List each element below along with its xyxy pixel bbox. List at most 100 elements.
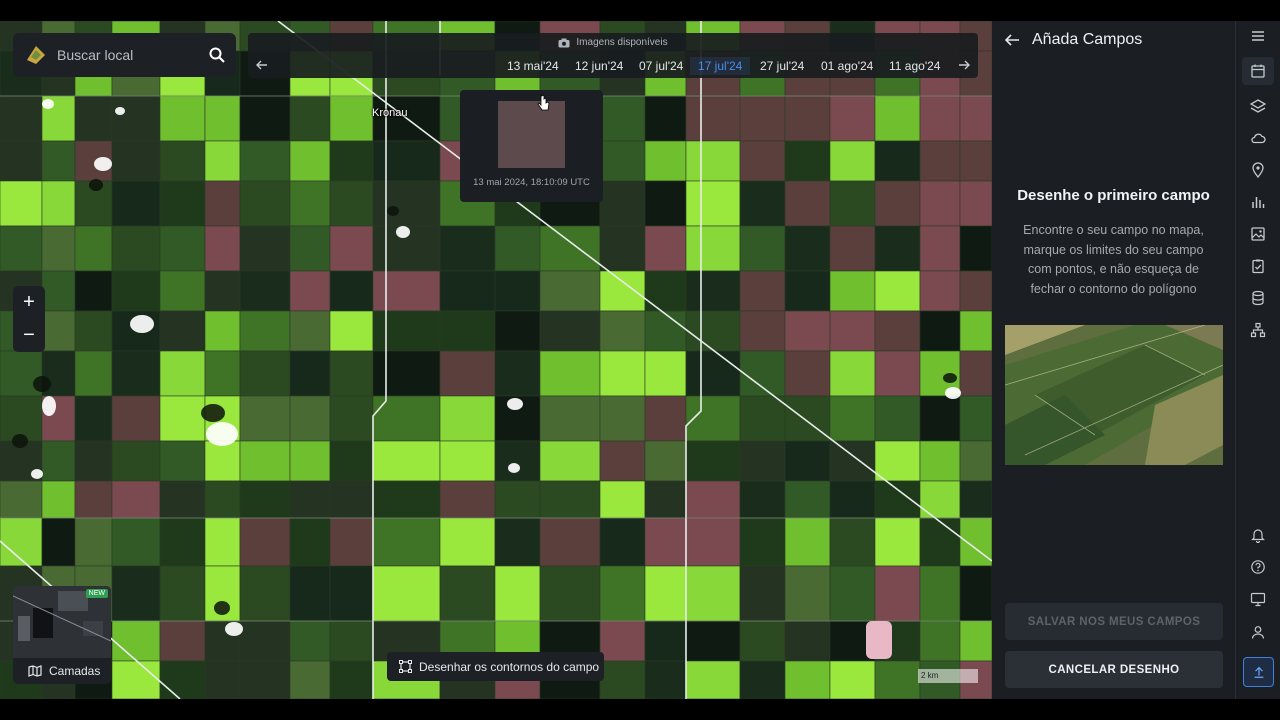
layers-footer[interactable]: Camadas (13, 658, 111, 684)
save-to-my-fields-button[interactable]: SALVAR NOS MEUS CAMPOS (1005, 603, 1223, 640)
field-parcel (874, 310, 921, 352)
field-parcel (159, 517, 206, 567)
cancel-drawing-button[interactable]: CANCELAR DESENHO (1005, 651, 1223, 688)
field-parcel (204, 225, 241, 272)
user-icon[interactable] (1248, 622, 1268, 642)
scale-bar: 2 km (918, 669, 978, 683)
zoom-in-button[interactable]: + (13, 286, 45, 319)
location-pin-icon[interactable] (1248, 160, 1268, 180)
field-parcel (644, 350, 687, 397)
camera-icon (558, 38, 570, 47)
field-parcel (289, 660, 331, 699)
date-item[interactable]: 13 mai'24 (499, 57, 567, 75)
field-parcel (111, 480, 161, 519)
date-item[interactable]: 07 jul'24 (631, 57, 691, 75)
field-parcel (874, 565, 921, 622)
bell-icon[interactable] (1248, 525, 1268, 545)
field-parcel (644, 180, 687, 227)
field-parcel (959, 565, 992, 622)
field-parcel (739, 517, 786, 567)
layers-button[interactable]: NEW Camadas (13, 586, 111, 684)
draw-field-pill: Desenhar os contornos do campo (387, 652, 604, 681)
field-parcel (829, 440, 876, 482)
field-parcel (329, 310, 374, 352)
date-item[interactable]: 11 ago'24 (881, 57, 948, 75)
field-parcel (204, 660, 241, 699)
available-images-label: Imagens disponíveis (576, 37, 668, 48)
panel-header: Añada Campos (992, 21, 1235, 59)
field-parcel (739, 565, 786, 622)
hierarchy-icon[interactable] (1248, 320, 1268, 340)
bar-chart-icon[interactable] (1248, 192, 1268, 212)
zoom-out-button[interactable]: − (13, 319, 45, 352)
field-parcel (329, 565, 374, 622)
field-parcel (159, 140, 206, 182)
field-parcel (289, 225, 331, 272)
field-parcel (239, 95, 291, 142)
search-icon[interactable] (208, 46, 226, 64)
layers-label: Camadas (49, 664, 101, 678)
clipboard-check-icon[interactable] (1248, 256, 1268, 276)
cloud-icon[interactable] (1248, 128, 1268, 148)
date-item[interactable]: 01 ago'24 (813, 57, 881, 75)
field-parcel (41, 225, 76, 272)
field-parcel (539, 565, 601, 622)
field-parcel (159, 620, 206, 662)
field-parcel (41, 270, 76, 312)
field-parcel (829, 517, 876, 567)
arrow-right-icon[interactable] (957, 58, 971, 72)
field-parcel (159, 350, 206, 397)
field-parcel (204, 270, 241, 312)
search-input[interactable]: Buscar local (57, 47, 208, 63)
field-parcel (372, 395, 441, 442)
satellite-map[interactable]: Buscar local Imagens disponíveis 13 mai'… (0, 21, 992, 699)
field-parcel (685, 565, 741, 622)
field-parcel (739, 140, 786, 182)
date-item[interactable]: 27 jul'24 (752, 57, 812, 75)
field-parcel (494, 310, 541, 352)
field-parcel (739, 310, 786, 352)
upload-icon[interactable] (1243, 657, 1274, 687)
menu-icon[interactable] (1248, 26, 1268, 46)
field-parcel (644, 310, 687, 352)
field-parcel (829, 480, 876, 519)
field-parcel (239, 225, 291, 272)
field-parcel (111, 225, 161, 272)
field-parcel (74, 440, 113, 482)
layers-icon[interactable] (1248, 96, 1268, 116)
field-parcel (372, 350, 441, 397)
field-parcel (685, 270, 741, 312)
field-parcel (919, 440, 961, 482)
field-parcel (111, 270, 161, 312)
date-item[interactable]: 12 jun'24 (567, 57, 631, 75)
town-label: Kronau (372, 107, 408, 119)
calendar-icon[interactable] (1242, 57, 1274, 85)
field-parcel (599, 440, 646, 482)
field-parcel (159, 310, 206, 352)
field-parcel (0, 140, 43, 182)
arrow-left-icon[interactable] (255, 58, 269, 72)
image-icon[interactable] (1248, 224, 1268, 244)
field-parcel (829, 350, 876, 397)
help-icon[interactable] (1248, 557, 1268, 577)
field-parcel (739, 225, 786, 272)
field-parcel (784, 565, 831, 622)
database-icon[interactable] (1248, 288, 1268, 308)
field-parcel (289, 350, 331, 397)
field-parcel (874, 95, 921, 142)
field-parcel (829, 180, 876, 227)
field-parcel (784, 350, 831, 397)
field-parcel (439, 517, 496, 567)
field-parcel (329, 225, 374, 272)
date-item-active[interactable]: 17 jul'24 (690, 57, 751, 75)
field-parcel (644, 565, 687, 622)
field-parcel (329, 440, 374, 482)
field-parcel (111, 620, 161, 662)
field-parcel (494, 517, 541, 567)
field-parcel (685, 517, 741, 567)
search-box[interactable]: Buscar local (13, 33, 236, 77)
monitor-icon[interactable] (1248, 589, 1268, 609)
back-arrow-icon[interactable] (1004, 33, 1020, 47)
field-parcel (372, 270, 441, 312)
field-parcel (959, 95, 992, 142)
